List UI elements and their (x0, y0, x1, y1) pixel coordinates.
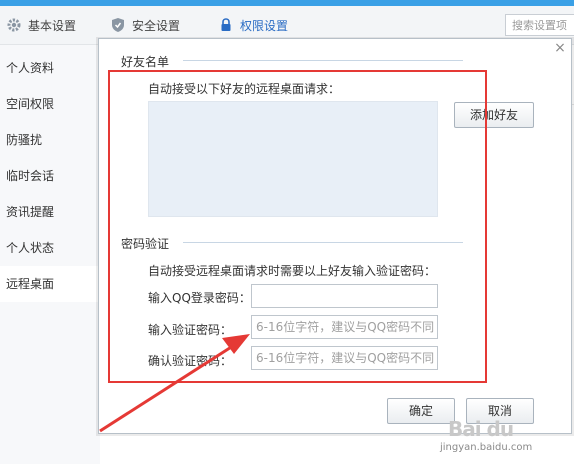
gear-icon (7, 18, 21, 32)
sidebar-item-profile[interactable]: 个人资料 (0, 50, 100, 86)
sidebar-item-remote-desktop[interactable]: 远程桌面 (0, 266, 100, 302)
sidebar-item-space-permission[interactable]: 空间权限 (0, 86, 100, 122)
shield-icon (112, 18, 124, 32)
sidebar-item-news-alerts[interactable]: 资讯提醒 (0, 194, 100, 230)
sidebar: 个人资料 空间权限 防骚扰 临时会话 资讯提醒 个人状态 远程桌面 (0, 45, 100, 464)
ok-button[interactable]: 确定 (387, 398, 455, 424)
tab-label: 基本设置 (28, 18, 77, 33)
tab-label: 安全设置 (132, 18, 181, 33)
lock-icon (221, 18, 231, 31)
watermark-url: jingyan.baidu.com (440, 442, 533, 453)
sidebar-item-status[interactable]: 个人状态 (0, 230, 100, 266)
search-input[interactable]: 搜索设置项 (505, 14, 574, 36)
close-icon[interactable]: × (552, 40, 568, 56)
baidu-logo: Bai du (448, 417, 514, 441)
sidebar-item-temp-session[interactable]: 临时会话 (0, 158, 100, 194)
tab-label: 权限设置 (240, 18, 289, 33)
tab-basic-settings[interactable]: 基本设置 (6, 6, 76, 44)
sidebar-item-anti-harassment[interactable]: 防骚扰 (0, 122, 100, 158)
highlight-rectangle (108, 70, 487, 383)
section-divider (183, 60, 463, 61)
friend-list-title: 好友名单 (121, 55, 170, 69)
